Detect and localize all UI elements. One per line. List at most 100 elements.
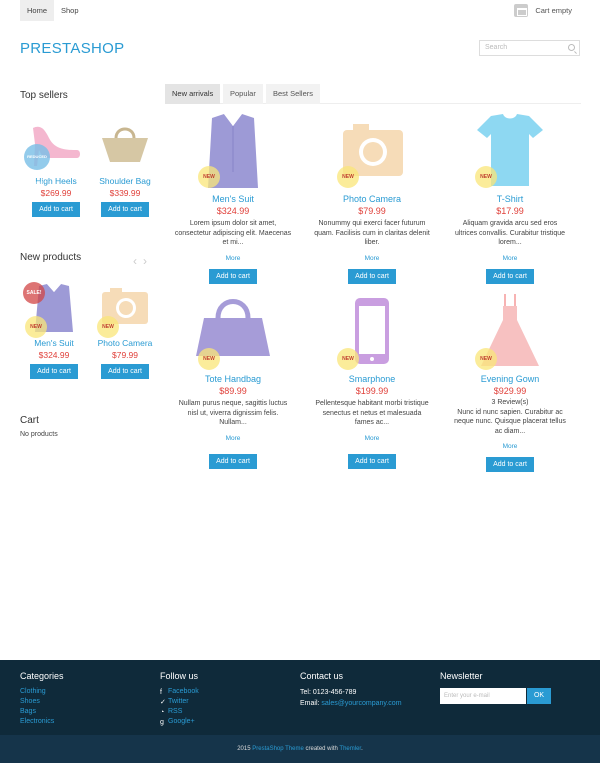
facebook-icon: f (160, 688, 162, 696)
reduced-price-badge: REDUCED PRICE (24, 144, 50, 185)
add-to-cart-button[interactable]: Add to cart (209, 268, 257, 284)
footer-email-label: Email: (300, 700, 322, 707)
carousel-arrows: ‹› (133, 254, 153, 268)
more-link[interactable]: More (451, 255, 569, 262)
sidebar-product-shoulder-bag: Shoulder Bag $339.99 Add to cart (96, 120, 154, 217)
search-input[interactable]: Search (479, 40, 580, 56)
smartphone-image (355, 298, 389, 364)
social-link-google-plus[interactable]: g Google+ (160, 717, 199, 727)
google-plus-icon: g (160, 718, 164, 726)
more-link[interactable]: More (451, 443, 569, 450)
product-image[interactable]: NEW (174, 292, 292, 370)
photo-camera-image (343, 124, 403, 176)
add-to-cart-button[interactable]: Add to cart (209, 453, 257, 469)
product-tabs: New arrivals Popular Best Sellers (165, 84, 581, 104)
product-image[interactable]: SALE! NEW (23, 282, 83, 338)
nav-home[interactable]: Home (20, 0, 55, 21)
add-to-cart-button[interactable]: Add to cart (101, 364, 149, 379)
tote-handbag-image (196, 299, 270, 356)
product-image[interactable]: NEW (174, 112, 292, 190)
new-badge: NEW (337, 348, 359, 370)
add-to-cart-button[interactable]: Add to cart (101, 202, 149, 217)
product-image[interactable]: NEW (451, 292, 569, 370)
product-price: $324.99 (216, 206, 250, 216)
chevron-right-icon[interactable]: › (143, 254, 153, 268)
site-logo[interactable]: PRESTASHOP (20, 40, 124, 57)
footer-link-bags[interactable]: Bags (20, 707, 64, 717)
header-cart[interactable]: Cart empty (514, 4, 572, 17)
sidebar-product-mens-suit: SALE! NEW Men's Suit $324.99 Add to cart (23, 282, 83, 379)
copyright-theme-link[interactable]: PrestaShop Theme (252, 746, 304, 752)
new-badge: NEW (198, 166, 220, 188)
tab-best-sellers[interactable]: Best Sellers (266, 84, 321, 104)
more-link[interactable]: More (313, 435, 431, 442)
product-name[interactable]: Photo Camera (96, 338, 154, 348)
cart-icon (514, 4, 529, 17)
search-icon[interactable] (568, 44, 575, 51)
copyright-brand-link[interactable]: Themler (339, 746, 361, 752)
google-plus-label: Google+ (168, 718, 195, 725)
nav-shop[interactable]: Shop (54, 0, 86, 21)
add-to-cart-button[interactable]: Add to cart (486, 268, 534, 284)
cart-title: Cart (20, 415, 39, 426)
new-badge: NEW (337, 166, 359, 188)
new-badge: NEW (97, 316, 119, 338)
more-link[interactable]: More (174, 255, 292, 262)
footer-tel: Tel: 0123-456-789 (300, 689, 357, 696)
add-to-cart-button[interactable]: Add to cart (348, 268, 396, 284)
tab-popular[interactable]: Popular (223, 84, 263, 104)
product-description: Lorem ipsum dolor sit amet, consectetur … (174, 220, 292, 246)
new-badge: NEW (25, 316, 47, 338)
product-price: $79.99 (112, 350, 138, 360)
product-description: Nullam purus neque, sagittis luctus nisl… (178, 400, 288, 426)
add-to-cart-button[interactable]: Add to cart (32, 202, 80, 217)
product-reviews[interactable]: 3 Review(s) (451, 398, 569, 408)
product-name[interactable]: Men's Suit (174, 194, 292, 204)
more-link[interactable]: More (313, 255, 431, 262)
tab-new-arrivals[interactable]: New arrivals (165, 84, 221, 104)
product-name[interactable]: Evening Gown (451, 374, 569, 384)
footer-newsletter-title: Newsletter (440, 671, 483, 681)
newsletter-email-input[interactable]: Enter your e-mail (440, 688, 526, 704)
rss-label: RSS (168, 708, 183, 715)
chevron-left-icon[interactable]: ‹ (133, 254, 143, 268)
add-to-cart-button[interactable]: Add to cart (486, 457, 534, 472)
sale-badge: SALE! (23, 282, 45, 304)
product-name[interactable]: Shoulder Bag (96, 176, 154, 186)
footer-email-row: Email: sales@yourcompany.com (300, 698, 402, 709)
header-cart-label: Cart empty (535, 6, 572, 15)
product-price: $89.99 (219, 386, 247, 396)
social-link-twitter[interactable]: ✓ Twitter (160, 697, 199, 707)
newsletter-ok-button[interactable]: OK (527, 688, 551, 704)
mens-suit-image (208, 114, 258, 188)
footer-link-clothing[interactable]: Clothing (20, 687, 64, 697)
add-to-cart-button[interactable]: Add to cart (30, 364, 78, 379)
new-badge: NEW (198, 348, 220, 370)
product-name[interactable]: T-Shirt (451, 194, 569, 204)
product-image[interactable]: REDUCED PRICE (24, 120, 85, 185)
copyright-end: . (361, 746, 363, 752)
product-image[interactable]: NEW (96, 282, 154, 338)
product-name[interactable]: Smarphone (313, 374, 431, 384)
product-image[interactable]: NEW (313, 292, 431, 370)
product-name[interactable]: Photo Camera (313, 194, 431, 204)
copyright-bar: 2015 PrestaShop Theme created with Theml… (0, 735, 600, 763)
product-image[interactable] (96, 120, 154, 172)
evening-gown-image (481, 294, 539, 366)
product-name[interactable]: Men's Suit (25, 338, 83, 348)
product-name[interactable]: Tote Handbag (174, 374, 292, 384)
footer-newsletter: Newsletter (440, 671, 483, 687)
product-price: $339.99 (109, 188, 141, 198)
product-image[interactable]: NEW (313, 112, 431, 190)
t-shirt-image (477, 114, 543, 186)
social-link-facebook[interactable]: f Facebook (160, 687, 199, 697)
footer-email-link[interactable]: sales@yourcompany.com (321, 700, 401, 707)
twitter-label: Twitter (168, 698, 189, 705)
product-image[interactable]: NEW (451, 112, 569, 190)
top-sellers-title: Top sellers (20, 90, 68, 101)
more-link[interactable]: More (174, 435, 292, 442)
footer-link-electronics[interactable]: Electronics (20, 717, 64, 727)
footer-link-shoes[interactable]: Shoes (20, 697, 64, 707)
add-to-cart-button[interactable]: Add to cart (348, 453, 396, 469)
social-link-rss[interactable]: ◔ RSS (160, 707, 199, 717)
